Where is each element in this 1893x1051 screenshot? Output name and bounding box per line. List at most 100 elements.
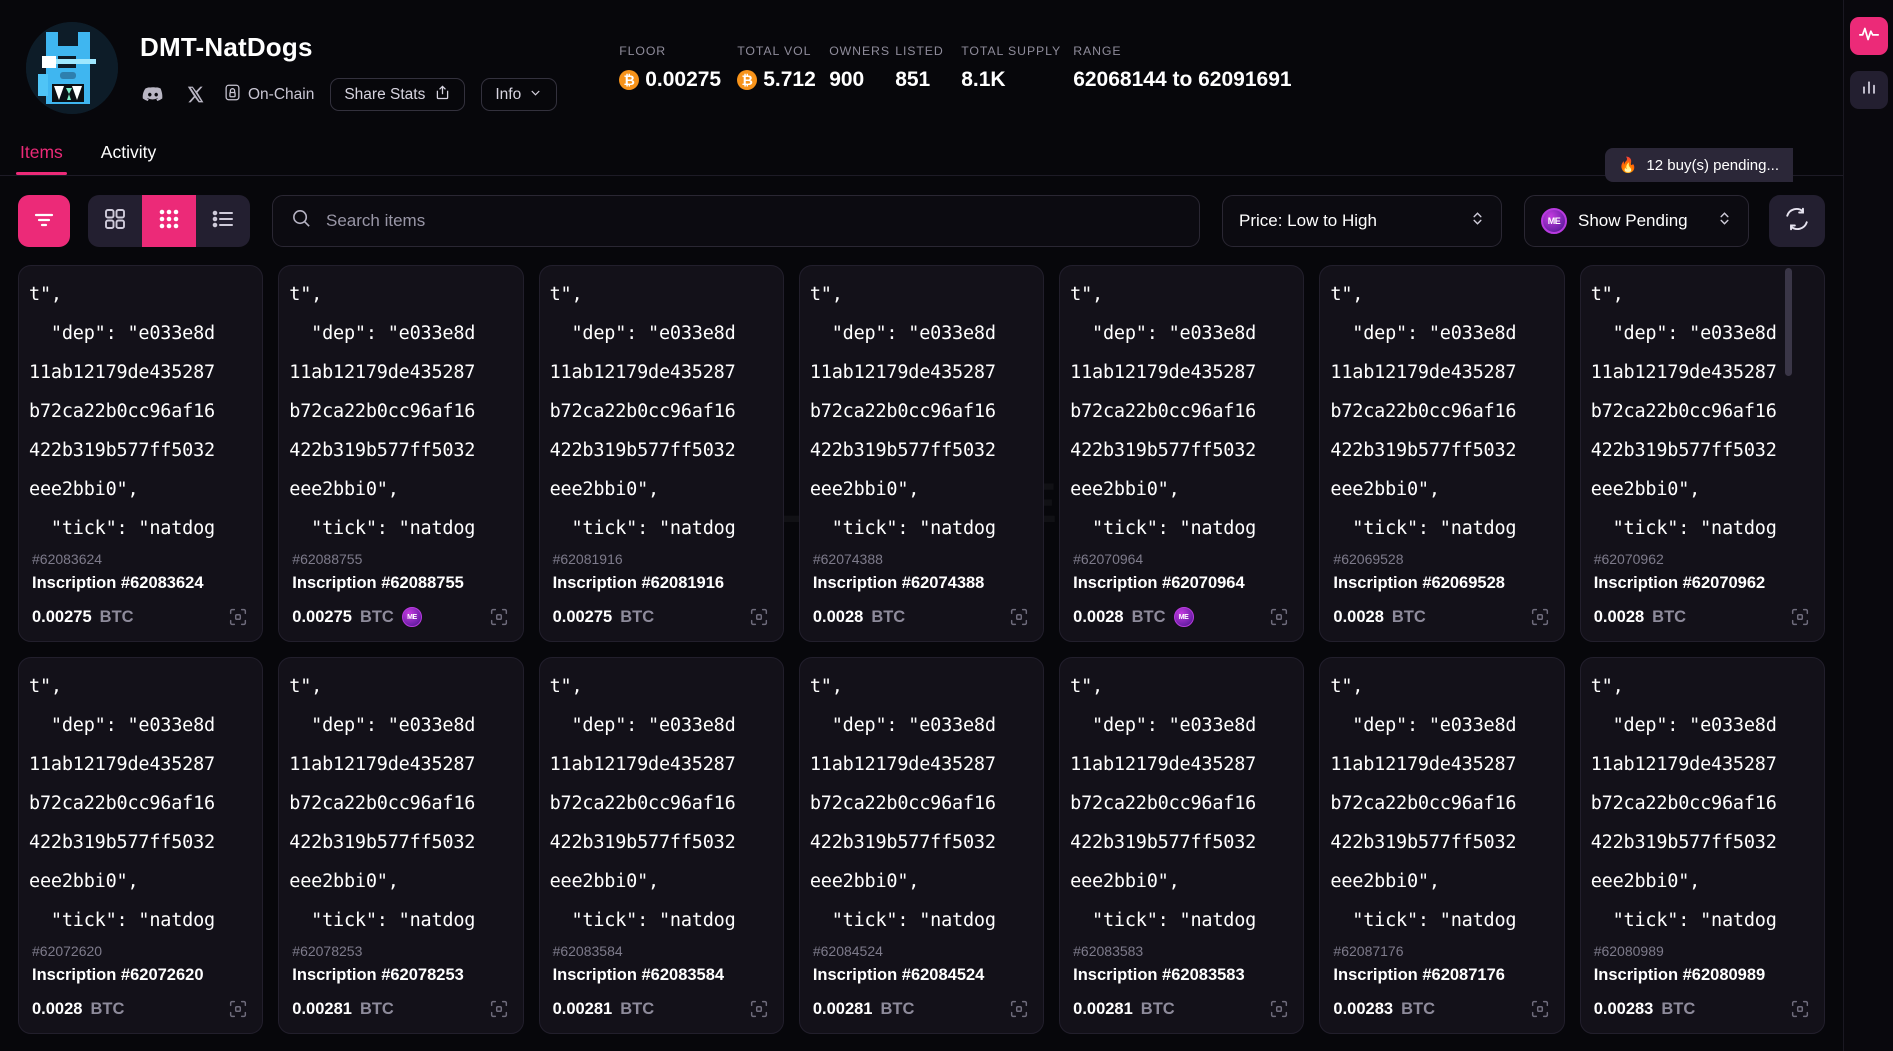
item-preview: "op": "dmt-mint t", "dep": "e033e8d 11ab…: [1320, 658, 1563, 943]
item-card[interactable]: "op": "dmt-mint t", "dep": "e033e8d 11ab…: [278, 657, 524, 1034]
search-input[interactable]: [326, 211, 1181, 231]
grid-2x2-icon: [103, 207, 127, 236]
refresh-button[interactable]: [1769, 195, 1825, 247]
item-price-row: 0.00281 BTC: [813, 998, 1030, 1020]
expand-button[interactable]: [488, 606, 510, 628]
item-card[interactable]: "op": "dmt-mint t", "dep": "e033e8d 11ab…: [538, 265, 784, 642]
rail-activity-button[interactable]: [1849, 17, 1888, 55]
stat-number: 851: [895, 68, 931, 91]
item-price-row: 0.00275 BTC: [553, 606, 770, 628]
search-bar[interactable]: [272, 195, 1200, 247]
item-title: Inscription #62074388: [812, 574, 985, 592]
item-card[interactable]: "op": "dmt-mint t", "dep": "e033e8d 11ab…: [1319, 265, 1565, 642]
expand-button[interactable]: [227, 998, 249, 1020]
onchain-button[interactable]: On-Chain: [224, 83, 314, 107]
item-price: 0.0028 BTC: [1594, 608, 1686, 627]
item-meta: #62072620 Inscription #62072620 0.0028 BTC: [19, 943, 262, 1033]
item-preview: "op": "dmt-mint t", "dep": "e033e8d 11ab…: [19, 658, 262, 943]
expand-button[interactable]: [227, 606, 249, 628]
item-price-value: 0.0028: [1073, 607, 1124, 626]
stat-label: TOTAL SUPPLY: [961, 44, 1062, 58]
tab-bar: Items Activity: [0, 136, 1843, 175]
bitcoin-icon: ₿: [737, 70, 758, 90]
stat-value: 8.1K: [961, 68, 1073, 92]
item-json-preview: "op": "dmt-mint t", "dep": "e033e8d 11ab…: [289, 284, 476, 539]
item-price-row: 0.00281 BTC: [553, 998, 770, 1020]
item-price-value: 0.00281: [552, 999, 613, 1018]
expand-button[interactable]: [1789, 998, 1811, 1020]
item-card[interactable]: "op": "dmt-mint t", "dep": "e033e8d 11ab…: [538, 657, 784, 1034]
share-icon: [434, 84, 451, 106]
expand-button[interactable]: [1008, 998, 1030, 1020]
item-price: 0.0028 BTC ME: [1073, 607, 1194, 627]
item-price-value: 0.00275: [32, 607, 92, 626]
discord-icon[interactable]: [140, 82, 166, 108]
item-json-preview: "op": "dmt-mint t", "dep": "e033e8d 11ab…: [809, 676, 996, 931]
view-list-button[interactable]: [196, 195, 250, 247]
item-meta: #62088755 Inscription #62088755 0.00275 BTC…: [279, 551, 522, 641]
item-card[interactable]: "op": "dmt-mint t", "dep": "e033e8d 11ab…: [278, 265, 524, 642]
stat-floor: FLOOR ₿ 0.00275: [619, 44, 737, 92]
stat-value: ₿ 5.712: [737, 68, 829, 92]
item-preview: "op": "dmt-mint t", "dep": "e033e8d 11ab…: [540, 266, 783, 551]
scrollbar[interactable]: [1785, 268, 1792, 1051]
expand-button[interactable]: [1529, 998, 1551, 1020]
item-title: Inscription #62083624: [32, 574, 204, 592]
item-price-unit: BTC: [1140, 999, 1175, 1018]
item-card[interactable]: "op": "dmt-mint t", "dep": "e033e8d 11ab…: [798, 657, 1045, 1034]
expand-button[interactable]: [1268, 998, 1290, 1020]
item-price: 0.00281 BTC: [1073, 1000, 1175, 1019]
expand-button[interactable]: [1529, 606, 1551, 628]
item-card[interactable]: "op": "dmt-mint t", "dep": "e033e8d 11ab…: [798, 265, 1045, 642]
chevron-updown-icon: [1470, 209, 1485, 233]
collection-info: DMT-NatDogs On-Chain Share Stats Info: [140, 18, 558, 111]
item-price: 0.0028 BTC: [813, 608, 905, 627]
pending-toast[interactable]: 🔥 12 buy(s) pending...: [1604, 148, 1793, 182]
filter-button[interactable]: [18, 195, 70, 247]
refresh-icon: [1784, 206, 1810, 237]
item-price-value: 0.00283: [1593, 999, 1654, 1018]
item-inscription-id: #62070964: [1073, 551, 1144, 567]
item-price-unit: BTC: [1401, 999, 1435, 1018]
share-stats-button[interactable]: Share Stats: [330, 78, 466, 111]
expand-button[interactable]: [748, 998, 770, 1020]
item-card[interactable]: "op": "dmt-mint t", "dep": "e033e8d 11ab…: [1319, 657, 1565, 1034]
expand-button[interactable]: [1789, 606, 1811, 628]
item-price: 0.00281 BTC: [292, 1000, 394, 1019]
expand-button[interactable]: [748, 606, 770, 628]
item-price-unit: BTC: [620, 999, 655, 1018]
item-card[interactable]: "op": "dmt-mint t", "dep": "e033e8d 11ab…: [18, 657, 264, 1034]
item-meta: #62070964 Inscription #62070964 0.0028 BTC M…: [1060, 551, 1303, 641]
item-title: Inscription #62081916: [552, 574, 725, 592]
item-inscription-id: #62088755: [292, 551, 363, 567]
x-icon[interactable]: [182, 82, 208, 108]
items-grid: "op": "dmt-mint t", "dep": "e033e8d 11ab…: [0, 247, 1843, 1034]
info-button[interactable]: Info: [481, 78, 558, 111]
tab-items[interactable]: Items: [16, 136, 67, 175]
tab-activity[interactable]: Activity: [97, 136, 160, 175]
view-grid-2x2-button[interactable]: [88, 195, 142, 247]
item-preview: "op": "dmt-mint t", "dep": "e033e8d 11ab…: [279, 266, 522, 551]
item-card[interactable]: "op": "dmt-mint t", "dep": "e033e8d 11ab…: [18, 265, 264, 642]
scrollbar-thumb[interactable]: [1785, 268, 1792, 376]
stat-listed: LISTED 851: [895, 44, 961, 92]
item-title: Inscription #62069528: [1333, 574, 1505, 592]
rail-chart-button[interactable]: [1849, 71, 1888, 109]
expand-button[interactable]: [488, 998, 510, 1020]
item-price-row: 0.00283 BTC: [1594, 998, 1811, 1020]
item-price-unit: BTC: [620, 607, 655, 626]
item-card[interactable]: "op": "dmt-mint t", "dep": "e033e8d 11ab…: [1059, 265, 1305, 642]
activity-pulse-icon: [1858, 23, 1880, 50]
item-inscription-id: #62074388: [812, 551, 883, 567]
expand-button[interactable]: [1268, 606, 1290, 628]
item-inscription-id: #62081916: [552, 551, 623, 567]
view-grid-3x3-button[interactable]: [142, 195, 196, 247]
main-column: BLOCKBEATS: [0, 0, 1843, 1051]
item-card[interactable]: "op": "dmt-mint t", "dep": "e033e8d 11ab…: [1059, 657, 1305, 1034]
item-preview: "op": "dmt-mint t", "dep": "e033e8d 11ab…: [1060, 658, 1303, 943]
sort-select[interactable]: Price: Low to High: [1222, 195, 1502, 247]
pending-select[interactable]: ME Show Pending: [1524, 195, 1749, 247]
item-price-row: 0.00275 BTC: [32, 606, 249, 628]
expand-button[interactable]: [1008, 606, 1030, 628]
item-price-value: 0.00275: [292, 607, 352, 626]
